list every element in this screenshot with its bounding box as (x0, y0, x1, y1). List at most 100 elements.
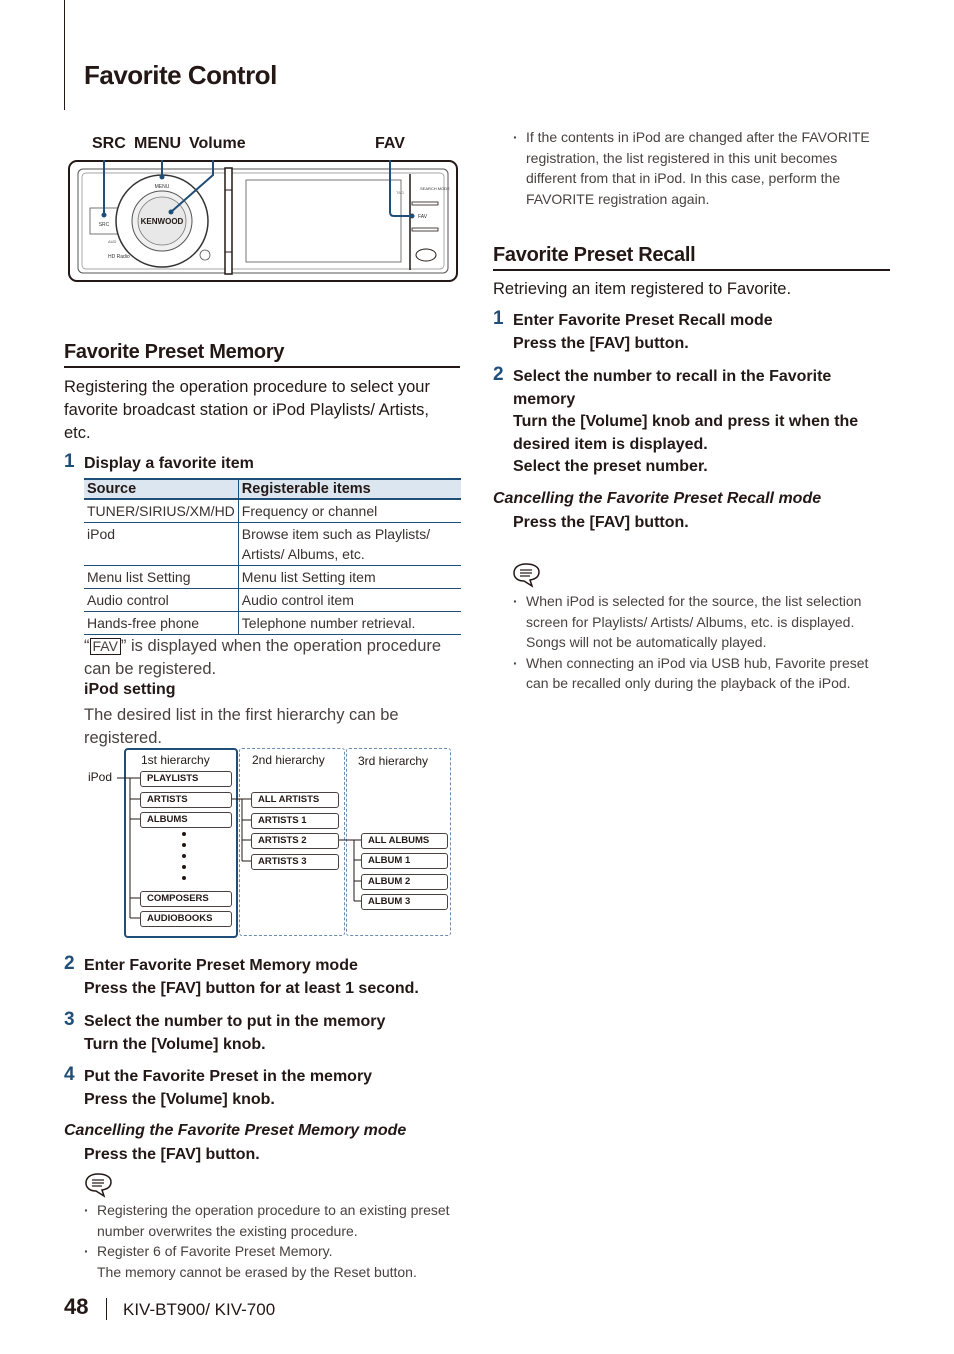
step-text: Turn the [Volume] knob and press it when… (513, 413, 859, 453)
step-text: Select the preset number. (513, 458, 708, 475)
table-row: Audio control Audio control item (84, 588, 461, 612)
ellipsis-dots (182, 832, 186, 880)
step-title: Select the number to put in the memory (84, 1013, 386, 1030)
note-item: When connecting an iPod via USB hub, Fav… (513, 653, 883, 694)
recall-step-2: 2 Select the number to recall in the Fav… (493, 364, 888, 479)
recall-notes: When iPod is selected for the source, th… (513, 591, 883, 694)
recall-section-title: Favorite Preset Recall (493, 244, 696, 266)
recall-intro: Retrieving an item registered to Favorit… (493, 280, 792, 298)
cell-source: Hands-free phone (84, 611, 239, 635)
hd-radio-logo: HD Radio (108, 254, 130, 260)
col-header-items: Registerable items (238, 478, 461, 500)
hier-item-composers: COMPOSERS (140, 891, 232, 907)
ipod-setting-title: iPod setting (84, 681, 176, 698)
step-title: Enter Favorite Preset Memory mode (84, 957, 358, 974)
step-title: Put the Favorite Preset in the memory (84, 1068, 373, 1085)
note-item: Register 6 of Favorite Preset Memory. (84, 1241, 460, 1262)
top-vertical-rule (64, 0, 65, 110)
step-number: 2 (64, 953, 75, 974)
recall-cancel-title: Cancelling the Favorite Preset Recall mo… (493, 490, 822, 507)
memory-step-4: 4 Put the Favorite Preset in the memory … (64, 1064, 460, 1111)
faceplate-release (224, 167, 233, 275)
table-row: TUNER/SIRIUS/XM/HD Frequency or channel (84, 499, 461, 523)
hier-item-artists: ARTISTS (140, 792, 232, 808)
fav-indicator-badge: FAV (89, 638, 121, 655)
recall-section-rule (493, 269, 890, 271)
ipod-change-note: If the contents in iPod are changed afte… (513, 127, 878, 209)
search-mode-text: SEARCH MODE (420, 186, 450, 191)
step-title: Select the number to recall in the Favor… (513, 368, 832, 408)
cell-source: Menu list Setting (84, 565, 239, 589)
head-unit-illustration: SRC KENWOOD MENU HD Radio AUD SEARCH MOD… (68, 160, 458, 282)
menu-text: MENU (155, 184, 170, 190)
menu-label: MENU (134, 135, 182, 152)
memory-cancel-text: Press the [FAV] button. (84, 1146, 260, 1163)
hier-item-album-1: ALBUM 1 (361, 853, 448, 869)
model-name: KIV-BT900/ KIV-700 (123, 1300, 276, 1319)
note-item-continuation: The memory cannot be erased by the Reset… (97, 1263, 417, 1280)
memory-section-rule (64, 366, 460, 368)
footer-separator (106, 1298, 107, 1320)
src-button-text: SRC (99, 222, 110, 228)
note-icon (513, 563, 540, 588)
memory-step-2: 2 Enter Favorite Preset Memory mode Pres… (64, 953, 460, 1000)
cell-source: iPod (84, 522, 239, 566)
table-row: iPod Browse item such as Playlists/ Artis… (84, 522, 461, 566)
cell-item: Telephone number retrieval. (238, 611, 461, 635)
cell-item: Frequency or channel (238, 499, 461, 523)
col-header-source: Source (84, 478, 239, 500)
cell-item: Browse item such as Playlists/ Artists/ … (238, 522, 461, 566)
step-number: 4 (64, 1064, 75, 1085)
note-icon (85, 1173, 112, 1198)
step-text: Press the [FAV] button. (513, 334, 689, 352)
step-title: Enter Favorite Preset Recall mode (513, 312, 773, 329)
table-row: Menu list Setting Menu list Setting item (84, 565, 461, 589)
fav-display-note: “FAV” is displayed when the operation pr… (84, 635, 460, 681)
memory-section-title: Favorite Preset Memory (64, 341, 285, 363)
cell-item: Audio control item (238, 588, 461, 612)
registerable-items-table: Source Registerable items TUNER/SIRIUS/X… (84, 478, 461, 635)
hier-item-album-3: ALBUM 3 (361, 894, 448, 910)
table-header-row: Source Registerable items (84, 478, 461, 500)
step-text: Press the [FAV] button for at least 1 se… (84, 979, 419, 997)
step-text: Press the [Volume] knob. (84, 1090, 275, 1108)
page-number: 48 (64, 1294, 89, 1319)
table-row: Hands-free phone Telephone number retriev… (84, 611, 461, 635)
ir-sensor (199, 249, 211, 261)
cell-source: TUNER/SIRIUS/XM/HD (84, 499, 239, 523)
cell-item: Menu list Setting item (238, 565, 461, 589)
fav-label: FAV (375, 135, 405, 152)
tag-text: TAG (396, 190, 404, 195)
hier-item-audiobooks: AUDIOBOOKS (140, 911, 232, 927)
display-screen (245, 179, 402, 263)
memory-step-1: 1 Display a favorite item (64, 451, 254, 476)
recall-step-1: 1 Enter Favorite Preset Recall mode Pres… (493, 308, 888, 355)
hier-item-artists-2: ARTISTS 2 (251, 833, 339, 849)
ipod-hierarchy-diagram: 1st hierarchy 2nd hierarchy 3rd hierarch… (84, 746, 454, 940)
step-number: 2 (493, 364, 504, 385)
page-title: Favorite Control (84, 60, 277, 90)
fav-note-text: ” is displayed when the operation proced… (84, 637, 442, 678)
aud-text: AUD (108, 239, 117, 244)
fav-button-text: FAV (418, 214, 428, 220)
src-label: SRC (92, 135, 126, 152)
note-item: Registering the operation procedure to a… (84, 1200, 460, 1241)
step-text: Turn the [Volume] knob. (84, 1035, 266, 1053)
memory-intro: Registering the operation procedure to s… (64, 378, 430, 442)
recall-cancel-text: Press the [FAV] button. (513, 514, 689, 531)
hier-item-all-artists: ALL ARTISTS (251, 792, 339, 808)
brand-logo: KENWOOD (141, 217, 184, 226)
hier-item-album-2: ALBUM 2 (361, 874, 448, 890)
hier-item-artists-1: ARTISTS 1 (251, 813, 339, 829)
step-title: Display a favorite item (84, 455, 254, 472)
sat-radio-logo (415, 248, 437, 262)
hier-item-all-albums: ALL ALBUMS (361, 833, 448, 849)
hier-item-playlists: PLAYLISTS (140, 771, 232, 787)
step-number: 1 (493, 308, 504, 329)
step-number: 3 (64, 1009, 75, 1030)
ipod-setting-text: The desired list in the first hierarchy … (84, 706, 399, 747)
memory-step-3: 3 Select the number to put in the memory… (64, 1009, 460, 1056)
note-item: When iPod is selected for the source, th… (513, 591, 883, 653)
memory-cancel-title: Cancelling the Favorite Preset Memory mo… (64, 1122, 407, 1139)
hier-item-artists-3: ARTISTS 3 (251, 854, 339, 870)
